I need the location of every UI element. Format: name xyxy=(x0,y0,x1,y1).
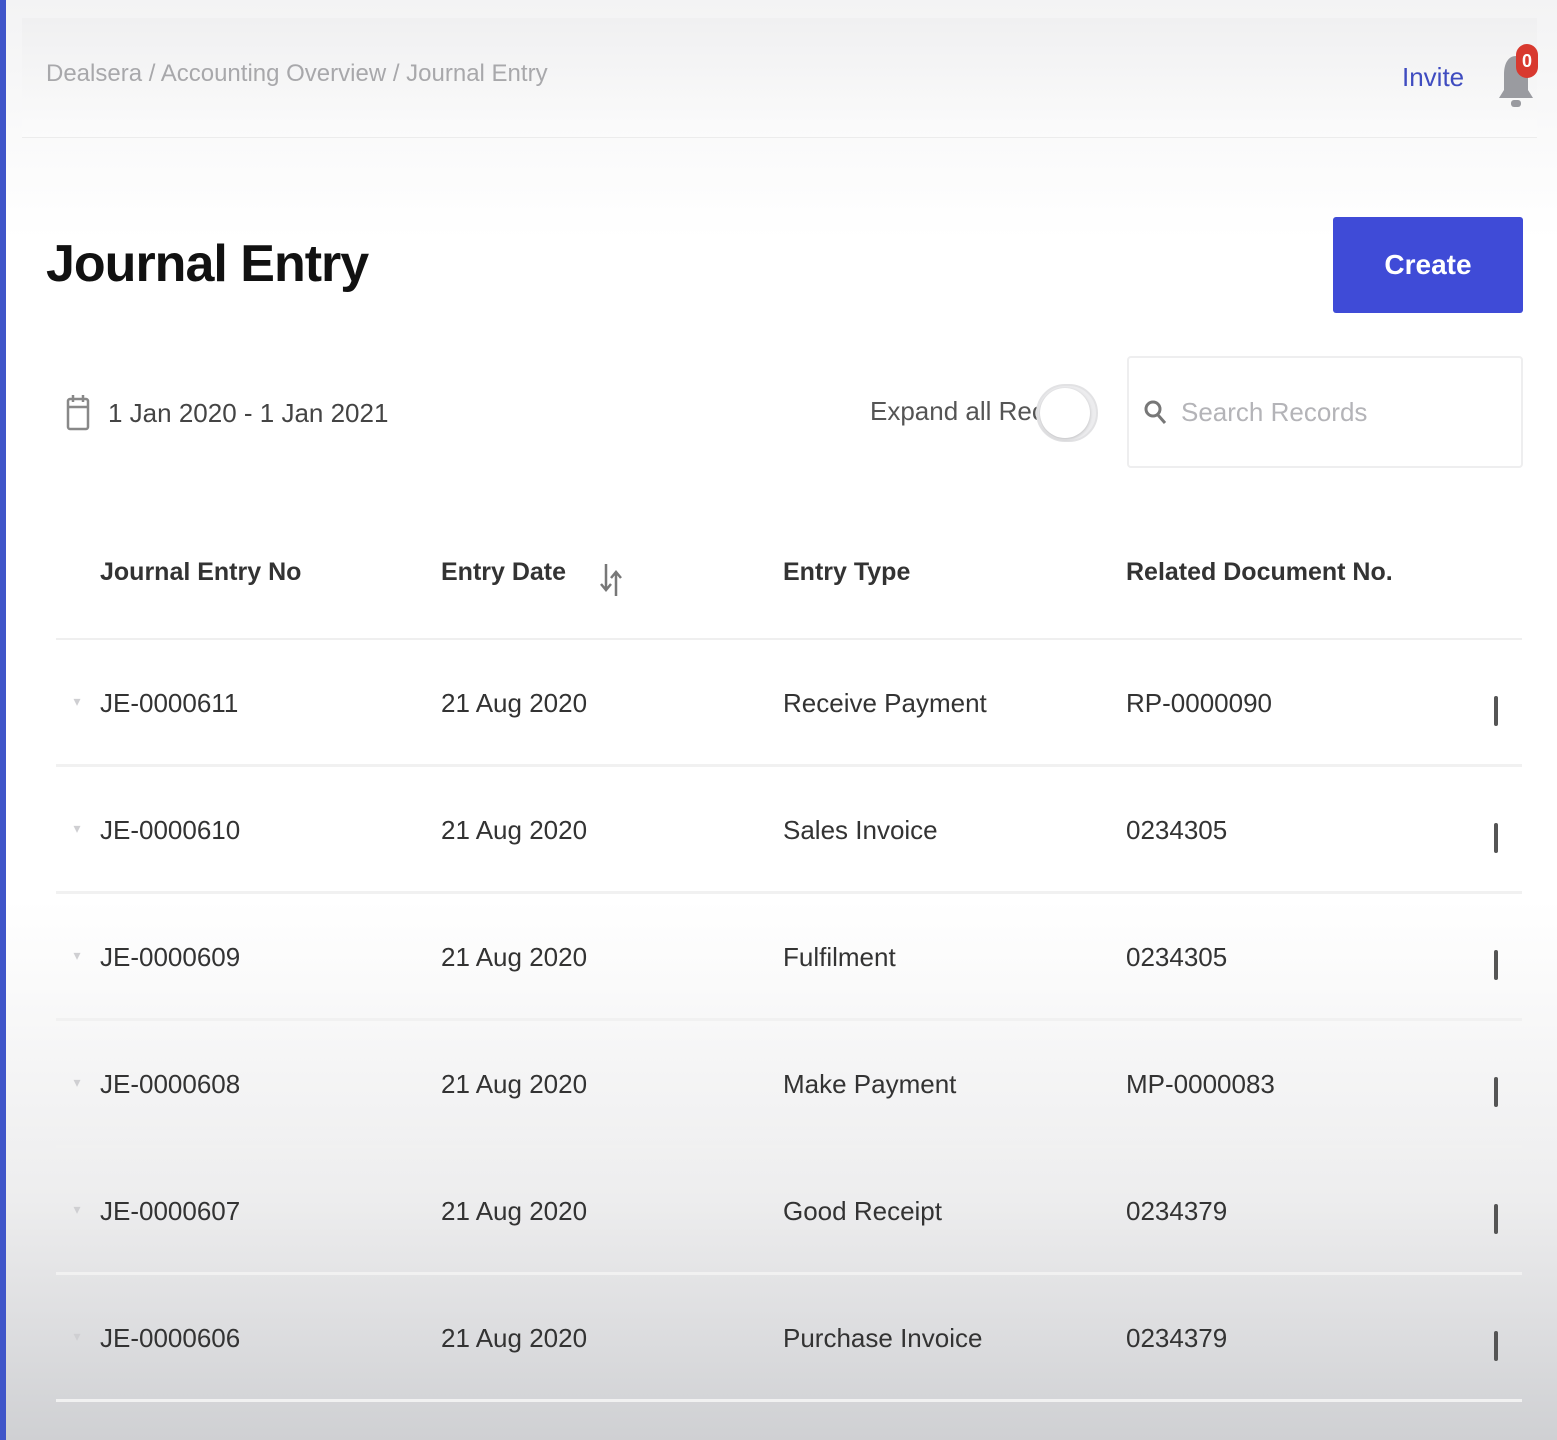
related-document-no: MP-0000083 xyxy=(1126,1069,1275,1099)
row-menu-button[interactable] xyxy=(1482,1313,1510,1367)
entry-type: Purchase Invoice xyxy=(783,1323,983,1353)
search-box xyxy=(1127,356,1523,468)
entry-date: 21 Aug 2020 xyxy=(441,1323,588,1353)
table-row[interactable]: ▾ JE-0000610 21 Aug 2020 Sales Invoice 0… xyxy=(56,767,1522,894)
notifications-button[interactable]: 0 xyxy=(1490,36,1546,116)
journal-entry-no: JE-0000609 xyxy=(100,942,241,972)
kebab-menu-icon xyxy=(1494,1204,1498,1234)
chevron-down-icon[interactable]: ▾ xyxy=(68,1329,86,1343)
invite-link[interactable]: Invite xyxy=(1402,62,1464,93)
column-header-related-document-no[interactable]: Related Document No. xyxy=(1126,558,1393,587)
date-range-picker[interactable]: 1 Jan 2020 - 1 Jan 2021 xyxy=(66,390,388,436)
expand-records-toggle[interactable] xyxy=(1036,384,1098,442)
table-row[interactable]: ▾ JE-0000608 21 Aug 2020 Make Payment MP… xyxy=(56,1021,1522,1148)
sort-icon[interactable] xyxy=(598,560,624,600)
column-header-entry-type[interactable]: Entry Type xyxy=(783,558,910,587)
kebab-menu-icon xyxy=(1494,823,1498,853)
calendar-icon xyxy=(66,395,90,431)
entry-type: Sales Invoice xyxy=(783,815,938,845)
chevron-down-icon[interactable]: ▾ xyxy=(68,694,86,708)
journal-entry-no: JE-0000610 xyxy=(100,815,241,845)
row-menu-button[interactable] xyxy=(1482,932,1510,986)
journal-entry-no: JE-0000608 xyxy=(100,1069,241,1099)
related-document-no: RP-0000090 xyxy=(1126,688,1272,718)
entry-date: 21 Aug 2020 xyxy=(441,815,588,845)
entry-type: Make Payment xyxy=(783,1069,957,1099)
entry-date: 21 Aug 2020 xyxy=(441,1069,588,1099)
create-button[interactable]: Create xyxy=(1333,217,1523,313)
chevron-down-icon[interactable]: ▾ xyxy=(68,948,86,962)
entry-type: Good Receipt xyxy=(783,1196,942,1226)
journal-entry-no: JE-0000607 xyxy=(100,1196,241,1226)
related-document-no: 0234379 xyxy=(1126,1323,1228,1353)
chevron-down-icon[interactable]: ▾ xyxy=(68,821,86,835)
table-header: Journal Entry No Entry Date Entry Type R… xyxy=(56,510,1522,640)
date-range-text: 1 Jan 2020 - 1 Jan 2021 xyxy=(108,397,389,428)
search-input[interactable] xyxy=(1181,396,1501,428)
column-header-entry-date[interactable]: Entry Date xyxy=(441,558,566,587)
entry-type: Fulfilment xyxy=(783,942,896,972)
journal-entry-no: JE-0000606 xyxy=(100,1323,241,1353)
toggle-knob xyxy=(1040,388,1090,438)
table-row[interactable]: ▾ JE-0000611 21 Aug 2020 Receive Payment… xyxy=(56,640,1522,767)
entry-date: 21 Aug 2020 xyxy=(441,1196,588,1226)
search-icon xyxy=(1144,400,1167,424)
kebab-menu-icon xyxy=(1494,1331,1498,1361)
related-document-no: 0234379 xyxy=(1126,1196,1228,1226)
row-menu-button[interactable] xyxy=(1482,1059,1510,1113)
kebab-menu-icon xyxy=(1494,1077,1498,1107)
table-row[interactable]: ▾ JE-0000606 21 Aug 2020 Purchase Invoic… xyxy=(56,1275,1522,1402)
related-document-no: 0234305 xyxy=(1126,942,1228,972)
row-menu-button[interactable] xyxy=(1482,1186,1510,1240)
related-document-no: 0234305 xyxy=(1126,815,1228,845)
entry-date: 21 Aug 2020 xyxy=(441,688,588,718)
entry-date: 21 Aug 2020 xyxy=(441,942,588,972)
entry-type: Receive Payment xyxy=(783,688,987,718)
journal-entry-table: Journal Entry No Entry Date Entry Type R… xyxy=(56,510,1522,1402)
chevron-down-icon[interactable]: ▾ xyxy=(68,1075,86,1089)
row-menu-button[interactable] xyxy=(1482,805,1510,859)
kebab-menu-icon xyxy=(1494,950,1498,980)
kebab-menu-icon xyxy=(1494,696,1498,726)
row-menu-button[interactable] xyxy=(1482,678,1510,732)
notification-badge: 0 xyxy=(1516,44,1538,78)
chevron-down-icon[interactable]: ▾ xyxy=(68,1202,86,1216)
top-bar: Dealsera / Accounting Overview / Journal… xyxy=(22,18,1538,138)
breadcrumb[interactable]: Dealsera / Accounting Overview / Journal… xyxy=(46,60,548,88)
left-accent-bar xyxy=(0,0,6,1440)
table-row[interactable]: ▾ JE-0000609 21 Aug 2020 Fulfilment 0234… xyxy=(56,894,1522,1021)
column-header-journal-entry-no[interactable]: Journal Entry No xyxy=(100,558,301,587)
page-title: Journal Entry xyxy=(46,235,369,293)
journal-entry-no: JE-0000611 xyxy=(100,688,239,718)
table-row[interactable]: ▾ JE-0000607 21 Aug 2020 Good Receipt 02… xyxy=(56,1148,1522,1275)
